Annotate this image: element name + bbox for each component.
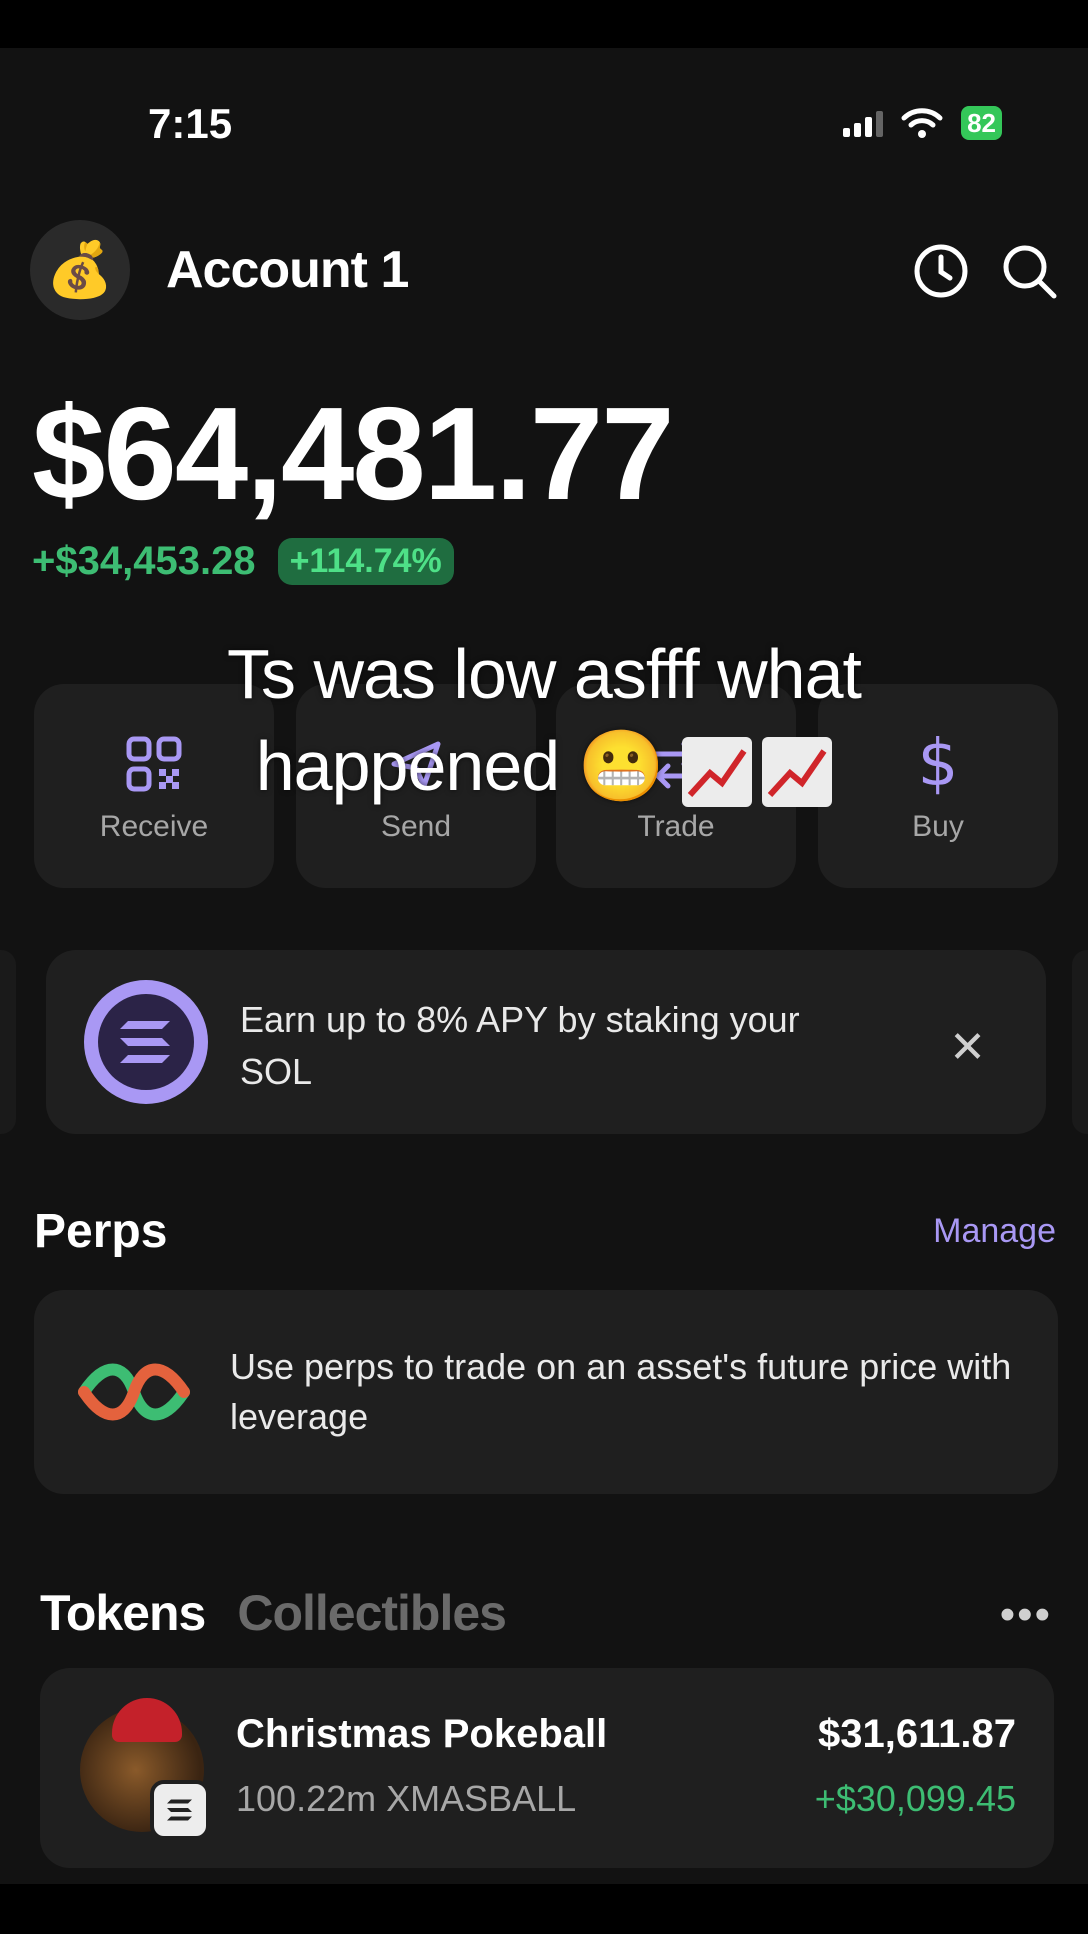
token-value: $31,611.87 [818, 1712, 1016, 1756]
carousel-prev-card[interactable] [0, 950, 16, 1134]
perps-icon [78, 1363, 190, 1421]
perps-card[interactable]: Use perps to trade on an asset's future … [34, 1290, 1058, 1494]
santa-hat-icon [112, 1698, 182, 1742]
chart-up-icon [682, 736, 753, 807]
status-icons: 82 [843, 106, 1002, 140]
caption-line-1: Ts was low asfff what [227, 635, 862, 713]
balance-change-amount: +$34,453.28 [32, 539, 256, 583]
perps-description: Use perps to trade on an asset's future … [230, 1346, 1012, 1437]
solana-chain-badge-icon [150, 1780, 210, 1840]
token-row[interactable]: Christmas Pokeball 100.22m XMASBALL $31,… [40, 1668, 1054, 1868]
account-name[interactable]: Account 1 [166, 240, 409, 300]
tab-tokens[interactable]: Tokens [40, 1584, 206, 1642]
wifi-icon [901, 108, 943, 138]
app-screen: 7:15 82 💰 Account 1 $64,481.77 +$34,453.… [0, 48, 1088, 1884]
account-avatar[interactable]: 💰 [30, 220, 130, 320]
status-time: 7:15 [148, 100, 233, 147]
chart-up-icon [762, 736, 833, 807]
close-icon[interactable]: ✕ [949, 1022, 986, 1073]
caption-line-2-row: happened 😬 [60, 720, 1028, 812]
total-balance: $64,481.77 [32, 380, 675, 527]
buy-label: Buy [912, 810, 964, 843]
caption-line-2: happened 😬 [255, 727, 665, 805]
signal-icon [843, 109, 884, 137]
more-options-icon[interactable]: ••• [1000, 1590, 1052, 1640]
tab-collectibles[interactable]: Collectibles [237, 1584, 507, 1642]
receive-label: Receive [99, 810, 209, 843]
carousel-next-card[interactable] [1072, 950, 1088, 1134]
account-header: 💰 Account 1 [30, 220, 1058, 320]
token-amount: 100.22m XMASBALL [236, 1778, 577, 1819]
balance-change-percent: +114.74% [277, 538, 454, 585]
asset-tabs: Tokens Collectibles [40, 1584, 507, 1642]
staking-banner-text: Earn up to 8% APY by staking your SOL [240, 999, 800, 1092]
battery-indicator: 82 [961, 106, 1002, 140]
token-name: Christmas Pokeball [236, 1712, 608, 1756]
solana-icon [84, 980, 208, 1104]
perps-title: Perps [34, 1205, 168, 1258]
balance-change-row: +$34,453.28 +114.74% [32, 538, 454, 585]
search-icon[interactable] [1000, 242, 1058, 300]
history-icon[interactable] [912, 242, 970, 300]
send-label: Send [380, 810, 452, 843]
video-caption: Ts was low asfff what happened 😬 [60, 628, 1028, 812]
trade-label: Trade [637, 810, 715, 843]
token-change: +$30,099.45 [814, 1778, 1016, 1819]
staking-banner[interactable]: Earn up to 8% APY by staking your SOL ✕ [46, 950, 1046, 1134]
perps-manage-link[interactable]: Manage [933, 1212, 1056, 1251]
